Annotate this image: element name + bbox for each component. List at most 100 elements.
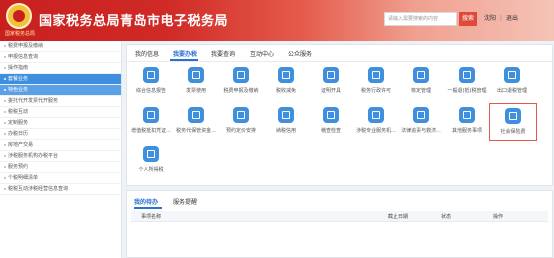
service-label: 核定管理: [410, 88, 431, 94]
service-icon: [233, 107, 249, 123]
service-label: 发票使用: [185, 88, 206, 94]
todo-panel: 我的待办 服务提醒 事项名称 截止日期 状态 操作: [126, 190, 553, 258]
sidebar-item-9[interactable]: 房地产交易: [0, 140, 121, 151]
service-label: 税收减免: [275, 88, 296, 94]
service-item-r2-c0[interactable]: 个人所得税: [127, 146, 175, 182]
sidebar-item-12[interactable]: 个税明细清单: [0, 173, 121, 184]
site-title: 国家税务总局青岛市电子税务局: [39, 14, 229, 29]
service-icon: [188, 67, 204, 83]
service-icon: [368, 67, 384, 83]
sidebar-item-3[interactable]: 套餐业务: [0, 74, 121, 85]
service-item-r1-c4[interactable]: 稽查检查: [307, 107, 355, 143]
service-item-r1-c0[interactable]: 增值税抵扣凭证...: [127, 107, 175, 143]
sidebar-item-label: 房地产交易: [8, 142, 34, 148]
bullet-icon: [4, 100, 6, 102]
sidebar-item-label: 涉税服务机构办税平台: [8, 153, 59, 159]
tab-1[interactable]: 我要办税: [173, 49, 197, 58]
service-item-r0-c8[interactable]: 出口退税管理: [488, 67, 536, 103]
service-panel: 我的信息 我要办税 我要查询 互动中心 公众服务 综合信息报告 发票使用 税费申报及缴纳 税收…: [126, 44, 553, 186]
bullet-icon: [4, 56, 6, 58]
sidebar-item-11[interactable]: 服务预约: [0, 162, 121, 173]
service-label: 其他服务事项: [451, 128, 482, 134]
tab-2[interactable]: 我要查询: [211, 49, 235, 58]
sidebar-item-0[interactable]: 税费申报及缴纳: [0, 41, 121, 52]
service-label: 涉税专业服务机...: [356, 128, 396, 134]
sidebar: 税费申报及缴纳申报信息查询操作指南套餐业务特色业务委托代开发票代开服务 税税互动定…: [0, 41, 122, 258]
todo-tab-0[interactable]: 我的待办: [134, 197, 158, 206]
user-name[interactable]: 沈阳: [484, 15, 496, 22]
sidebar-item-label: 服务预约: [8, 164, 29, 170]
service-label: 证明开具: [320, 88, 341, 94]
tax-emblem-icon: [6, 3, 32, 29]
sidebar-item-4[interactable]: 特色业务: [0, 85, 121, 96]
service-label: 增值税抵扣凭证...: [131, 128, 171, 134]
tab-3[interactable]: 互动中心: [250, 49, 274, 58]
todo-tab-1[interactable]: 服务提醒: [173, 197, 197, 206]
service-label: 税费申报及缴纳: [223, 88, 259, 94]
service-item-r1-c5[interactable]: 涉税专业服务机...: [352, 107, 400, 143]
sidebar-item-8[interactable]: 办税日历: [0, 129, 121, 140]
sidebar-item-10[interactable]: 涉税服务机构办税平台: [0, 151, 121, 162]
logout-link[interactable]: 退出: [506, 15, 518, 22]
service-label: 一般退(抵)税管理: [447, 88, 487, 94]
service-item-r0-c0[interactable]: 综合信息报告: [127, 67, 175, 103]
bullet-icon: [4, 177, 6, 179]
logo-text: 国家税务总局: [4, 31, 35, 37]
sidebar-item-label: 套餐业务: [8, 76, 29, 82]
service-icon: [323, 107, 339, 123]
sidebar-item-5[interactable]: 委托代开发票代开服务: [0, 96, 121, 107]
service-item-r0-c6[interactable]: 核定管理: [397, 67, 445, 103]
sidebar-item-label: 定制服务: [8, 120, 29, 126]
sidebar-item-6[interactable]: 税税互动: [0, 107, 121, 118]
bullet-icon: [4, 45, 6, 47]
service-icon: [504, 67, 520, 83]
service-item-r1-c8[interactable]: 社会保险费: [489, 103, 537, 141]
user-area: 沈阳 | 退出: [484, 15, 519, 22]
sidebar-item-label: 税税互动: [8, 109, 29, 115]
service-label: 综合信息报告: [135, 88, 166, 94]
sidebar-item-label: 操作指南: [8, 65, 29, 71]
tab-4[interactable]: 公众服务: [288, 49, 312, 58]
service-icon: [278, 67, 294, 83]
sidebar-item-2[interactable]: 操作指南: [0, 63, 121, 74]
column-header-3: 操作: [493, 214, 504, 220]
service-label: 法律追责与救济...: [401, 128, 441, 134]
sidebar-item-7[interactable]: 定制服务: [0, 118, 121, 129]
sidebar-item-13[interactable]: 税税互动涉税经营信息查询: [0, 184, 121, 195]
service-icon: [143, 107, 159, 123]
bullet-icon: [4, 155, 6, 157]
sidebar-item-label: 个税明细清单: [8, 175, 39, 181]
service-item-r1-c3[interactable]: 纳税信用: [262, 107, 310, 143]
service-item-r0-c1[interactable]: 发票使用: [172, 67, 220, 103]
header: 国家税务总局 国家税务总局青岛市电子税务局 请输入需要搜索的内容 搜索 沈阳 | 退…: [0, 0, 554, 41]
service-item-r1-c6[interactable]: 法律追责与救济...: [397, 107, 445, 143]
sidebar-item-label: 税税互动涉税经营信息查询: [8, 186, 69, 192]
service-icon: [233, 67, 249, 83]
search-input[interactable]: 请输入需要搜索的内容: [384, 12, 457, 26]
service-item-r0-c7[interactable]: 一般退(抵)税管理: [443, 67, 491, 103]
service-item-r1-c7[interactable]: 其他服务事项: [443, 107, 491, 143]
service-item-r0-c4[interactable]: 证明开具: [307, 67, 355, 103]
bullet-icon: [4, 67, 6, 69]
service-item-r1-c1[interactable]: 税务代保管资金...: [172, 107, 220, 143]
todo-table-header: 事项名称 截止日期 状态 操作: [131, 211, 548, 222]
sidebar-item-1[interactable]: 申报信息查询: [0, 52, 121, 63]
service-label: 税务行政许可: [360, 88, 391, 94]
service-icon: [413, 67, 429, 83]
bullet-icon: [4, 122, 6, 124]
sidebar-item-label: 税费申报及缴纳: [8, 43, 44, 49]
service-item-r0-c5[interactable]: 税务行政许可: [352, 67, 400, 103]
service-icon: [368, 107, 384, 123]
service-item-r0-c2[interactable]: 税费申报及缴纳: [217, 67, 265, 103]
service-icon: [143, 67, 159, 83]
tab-0[interactable]: 我的信息: [135, 49, 159, 58]
service-icon: [278, 107, 294, 123]
sidebar-item-label: 委托代开发票代开服务: [8, 98, 59, 104]
service-item-r1-c2[interactable]: 预约定价安排: [217, 107, 265, 143]
bullet-icon: [4, 188, 6, 190]
search-button[interactable]: 搜索: [459, 12, 477, 26]
service-icon: [143, 146, 159, 162]
column-header-2: 状态: [441, 214, 452, 220]
service-item-r0-c3[interactable]: 税收减免: [262, 67, 310, 103]
bullet-icon: [4, 166, 6, 168]
